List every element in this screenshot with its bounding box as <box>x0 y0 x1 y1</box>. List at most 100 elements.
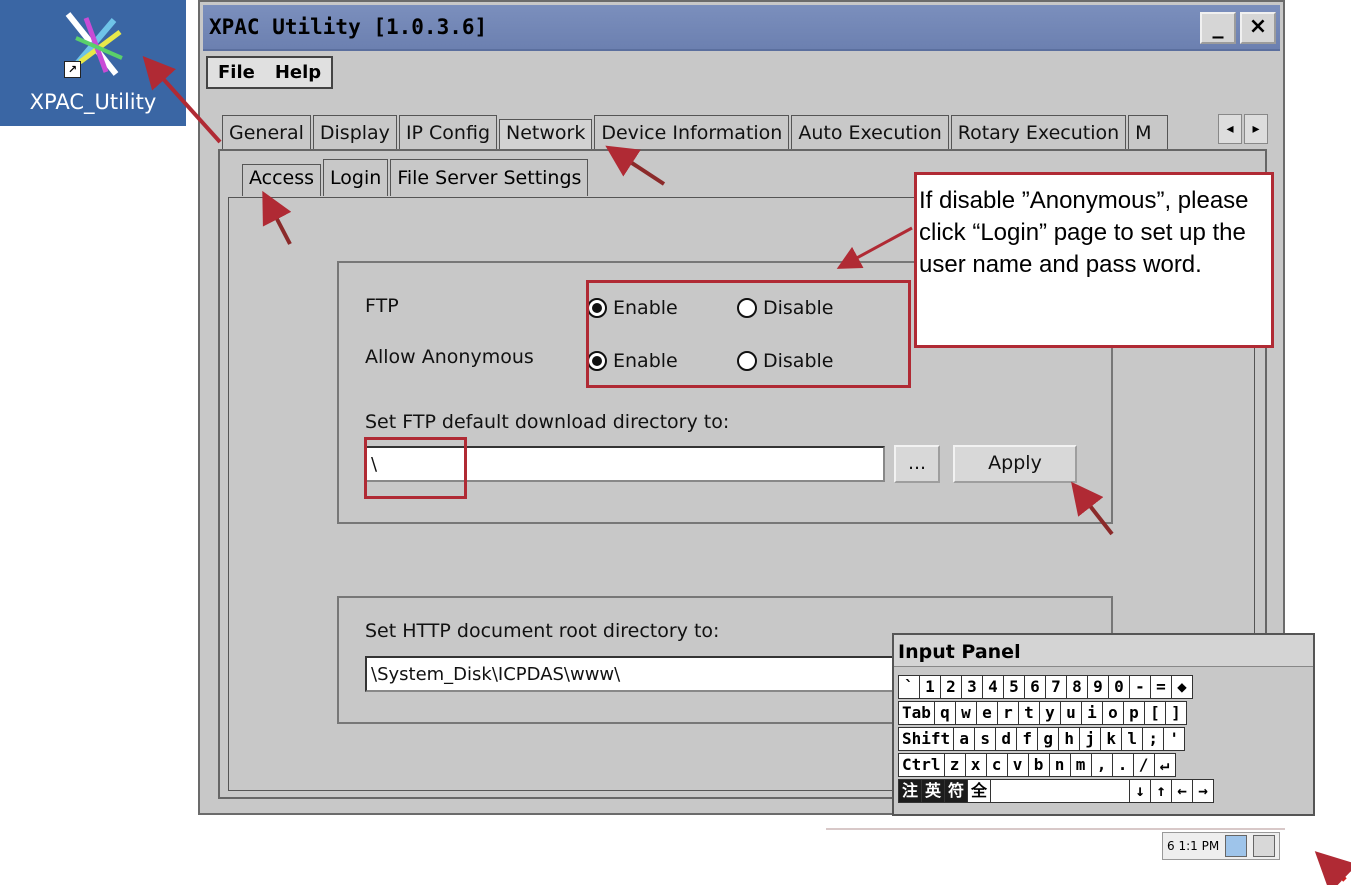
keyboard-key[interactable]: s <box>974 727 997 751</box>
tab-scroll-right-button[interactable]: ▸ <box>1244 114 1268 144</box>
keyboard-key[interactable]: r <box>996 701 1019 725</box>
keyboard-key[interactable]: Tab <box>898 701 935 725</box>
keyboard-key[interactable]: 2 <box>940 675 962 699</box>
keyboard-key[interactable]: 6 <box>1024 675 1046 699</box>
keyboard-key[interactable]: 0 <box>1108 675 1130 699</box>
tab-device-information[interactable]: Device Information <box>594 115 790 150</box>
anonymous-disable-radio[interactable]: Disable <box>737 350 833 372</box>
ftp-disable-radio[interactable]: Disable <box>737 297 833 319</box>
tab-scroll-left-button[interactable]: ◂ <box>1218 114 1242 144</box>
keyboard-key[interactable]: j <box>1079 727 1102 751</box>
radio-label: Enable <box>613 297 678 319</box>
subtab-access[interactable]: Access <box>242 164 322 196</box>
keyboard-key[interactable]: [ <box>1143 701 1166 725</box>
desktop-shortcut-xpac-utility[interactable]: ↗ XPAC_Utility <box>0 0 186 126</box>
keyboard-key[interactable]: 英 <box>921 779 946 803</box>
close-button[interactable]: × <box>1240 12 1276 44</box>
tab-more[interactable]: M <box>1128 115 1169 150</box>
keyboard-key[interactable]: 5 <box>1003 675 1025 699</box>
keyboard-key[interactable]: o <box>1101 701 1124 725</box>
keyboard-key[interactable]: e <box>975 701 998 725</box>
tab-general[interactable]: General <box>222 115 311 150</box>
menu-file[interactable]: File <box>208 58 265 87</box>
menu-help[interactable]: Help <box>264 58 332 87</box>
browse-button[interactable]: ... <box>894 445 940 483</box>
keyboard-key[interactable]: m <box>1069 753 1092 777</box>
keyboard-key[interactable]: i <box>1080 701 1103 725</box>
keyboard-key[interactable]: b <box>1027 753 1050 777</box>
keyboard-key[interactable]: z <box>943 753 966 777</box>
keyboard-key[interactable]: u <box>1059 701 1082 725</box>
keyboard-row-4: Ctrl z x c v b n m,. / ↵ <box>898 753 1176 779</box>
input-panel-title: Input Panel <box>894 635 1313 667</box>
keyboard-key[interactable]: 3 <box>961 675 983 699</box>
keyboard-key[interactable]: 8 <box>1066 675 1088 699</box>
keyboard-key[interactable]: 9 <box>1087 675 1109 699</box>
tab-network[interactable]: Network <box>499 119 593 150</box>
anonymous-enable-radio[interactable]: Enable <box>587 350 678 372</box>
tab-display[interactable]: Display <box>312 115 397 150</box>
system-tray: 6 1:1 PM <box>1162 832 1281 860</box>
keyboard-key[interactable]: ↑ <box>1150 779 1173 803</box>
title-bar: XPAC Utility [1.0.3.6] _ × <box>203 5 1280 51</box>
keyboard-key[interactable]: ◆ <box>1171 675 1193 699</box>
keyboard-row-1: ` 1 2 3 4 5 6 7 8 9 0- = ◆ <box>898 675 1193 701</box>
keyboard-key[interactable]: , <box>1090 753 1113 777</box>
keyboard-key[interactable]: 7 <box>1045 675 1067 699</box>
keyboard-key[interactable]: t <box>1017 701 1040 725</box>
keyboard-key[interactable]: y <box>1038 701 1061 725</box>
apply-button[interactable]: Apply <box>953 445 1077 483</box>
keyboard-key[interactable]: f <box>1016 727 1039 751</box>
keyboard-key[interactable]: 1 <box>919 675 941 699</box>
keyboard-key[interactable]: . <box>1111 753 1134 777</box>
keyboard-key[interactable]: - <box>1129 675 1151 699</box>
keyboard-key[interactable]: Ctrl <box>898 753 945 777</box>
shortcut-overlay-icon: ↗ <box>64 61 81 78</box>
subtab-file-server-settings[interactable]: File Server Settings <box>390 159 589 196</box>
keyboard-key[interactable]: v <box>1006 753 1029 777</box>
keyboard-key[interactable]: q <box>933 701 956 725</box>
tab-auto-execution[interactable]: Auto Execution <box>791 115 949 150</box>
network-tray-icon[interactable] <box>1225 835 1248 857</box>
tab-ip-config[interactable]: IP Config <box>398 115 497 150</box>
ftp-directory-input[interactable]: \ <box>365 446 885 482</box>
subtab-login[interactable]: Login <box>323 159 389 196</box>
tab-rotary-execution[interactable]: Rotary Execution <box>950 115 1127 150</box>
keyboard-key[interactable]: g <box>1037 727 1060 751</box>
keyboard-key[interactable]: ' <box>1163 727 1186 751</box>
keyboard-key[interactable]: 全 <box>967 779 992 803</box>
keyboard-key[interactable] <box>990 779 1131 803</box>
keyboard-key[interactable]: n <box>1048 753 1071 777</box>
keyboard-key[interactable]: → <box>1192 779 1215 803</box>
keyboard-key[interactable]: 4 <box>982 675 1004 699</box>
tray-clock[interactable]: 6 1:1 PM <box>1167 839 1219 853</box>
keyboard-key[interactable]: ; <box>1142 727 1165 751</box>
keyboard-key[interactable]: ← <box>1171 779 1194 803</box>
keyboard-key[interactable]: ] <box>1164 701 1187 725</box>
keyboard-key[interactable]: 符 <box>944 779 969 803</box>
keyboard-key[interactable]: c <box>985 753 1008 777</box>
keyboard-key[interactable]: 注 <box>898 779 923 803</box>
keyboard-key[interactable]: Shift <box>898 727 955 751</box>
keyboard-key[interactable]: ↵ <box>1153 753 1176 777</box>
keyboard-key[interactable]: x <box>964 753 987 777</box>
http-root-input[interactable]: \System_Disk\ICPDAS\www\ <box>365 656 925 692</box>
keyboard-key[interactable]: h <box>1058 727 1081 751</box>
keyboard-row-2: Tab q w e r t y u i o p[] <box>898 701 1187 727</box>
keyboard-key[interactable]: / <box>1132 753 1155 777</box>
minimize-button[interactable]: _ <box>1200 12 1236 44</box>
keyboard-key[interactable]: l <box>1121 727 1144 751</box>
keyboard-tray-icon[interactable] <box>1253 835 1276 857</box>
keyboard-key[interactable]: ↓ <box>1129 779 1152 803</box>
keyboard-key[interactable]: d <box>995 727 1018 751</box>
keyboard-key[interactable]: a <box>953 727 976 751</box>
ftp-enable-radio[interactable]: Enable <box>587 297 678 319</box>
annotation-callout: If disable ”Anonymous”, please click “Lo… <box>914 172 1274 348</box>
desktop-shortcut-label: XPAC_Utility <box>29 90 157 114</box>
keyboard-key[interactable]: w <box>954 701 977 725</box>
keyboard-key[interactable]: = <box>1150 675 1172 699</box>
input-panel: Input Panel ` 1 2 3 4 5 6 7 8 9 0- = ◆ Tab q w e r t y u i o p… <box>892 633 1315 816</box>
keyboard-key[interactable]: p <box>1122 701 1145 725</box>
keyboard-key[interactable]: k <box>1100 727 1123 751</box>
keyboard-key[interactable]: ` <box>898 675 920 699</box>
